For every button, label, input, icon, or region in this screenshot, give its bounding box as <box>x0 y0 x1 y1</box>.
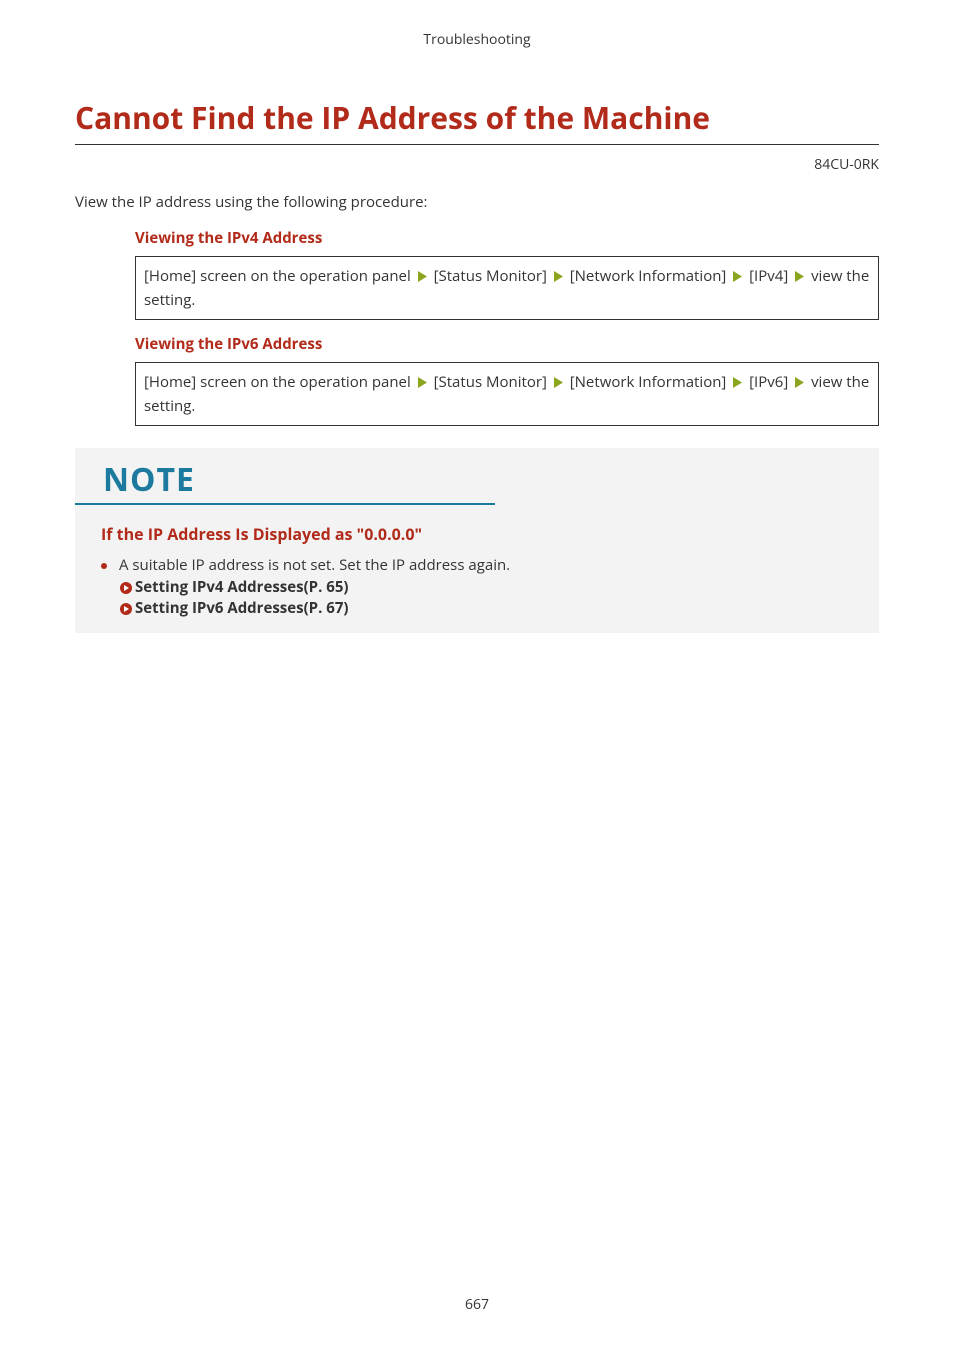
page-title: Cannot Find the IP Address of the Machin… <box>75 97 879 145</box>
cross-reference-link[interactable]: Setting IPv6 Addresses(P. 67) <box>75 598 879 619</box>
arrow-icon <box>418 377 427 388</box>
procedure-box: [Home] screen on the operation panel [St… <box>135 256 879 320</box>
step-text: [Network Information] <box>570 266 727 286</box>
running-header: Troubleshooting <box>75 30 879 49</box>
note-heading: NOTE <box>75 448 495 505</box>
procedure-box: [Home] screen on the operation panel [St… <box>135 362 879 426</box>
note-body: A suitable IP address is not set. Set th… <box>119 555 510 575</box>
arrow-icon <box>733 271 742 282</box>
step-text: [IPv6] <box>749 372 788 392</box>
link-icon <box>119 581 133 595</box>
section-ipv4: Viewing the IPv4 Address [Home] screen o… <box>135 228 879 320</box>
bullet-icon <box>101 563 107 569</box>
section-heading: Viewing the IPv4 Address <box>135 228 879 248</box>
arrow-icon <box>554 377 563 388</box>
step-text: [IPv4] <box>749 266 788 286</box>
page-content: Troubleshooting Cannot Find the IP Addre… <box>0 0 954 633</box>
arrow-icon <box>795 377 804 388</box>
intro-text: View the IP address using the following … <box>75 192 879 212</box>
arrow-icon <box>554 271 563 282</box>
step-text: [Network Information] <box>570 372 727 392</box>
section-ipv6: Viewing the IPv6 Address [Home] screen o… <box>135 334 879 426</box>
cross-reference-text: Setting IPv4 Addresses(P. 65) <box>135 577 349 598</box>
step-text: [Home] screen on the operation panel <box>144 372 411 392</box>
step-text: [Status Monitor] <box>434 372 547 392</box>
section-heading: Viewing the IPv6 Address <box>135 334 879 354</box>
arrow-icon <box>733 377 742 388</box>
page-number: 667 <box>0 1295 954 1314</box>
step-text: [Home] screen on the operation panel <box>144 266 411 286</box>
link-icon <box>119 602 133 616</box>
cross-reference-link[interactable]: Setting IPv4 Addresses(P. 65) <box>75 577 879 598</box>
document-id: 84CU-0RK <box>75 155 879 174</box>
arrow-icon <box>795 271 804 282</box>
note-subheading: If the IP Address Is Displayed as "0.0.0… <box>75 505 879 555</box>
step-text: [Status Monitor] <box>434 266 547 286</box>
cross-reference-text: Setting IPv6 Addresses(P. 67) <box>135 598 349 619</box>
note-bullet-row: A suitable IP address is not set. Set th… <box>75 555 879 577</box>
arrow-icon <box>418 271 427 282</box>
note-box: NOTE If the IP Address Is Displayed as "… <box>75 448 879 633</box>
